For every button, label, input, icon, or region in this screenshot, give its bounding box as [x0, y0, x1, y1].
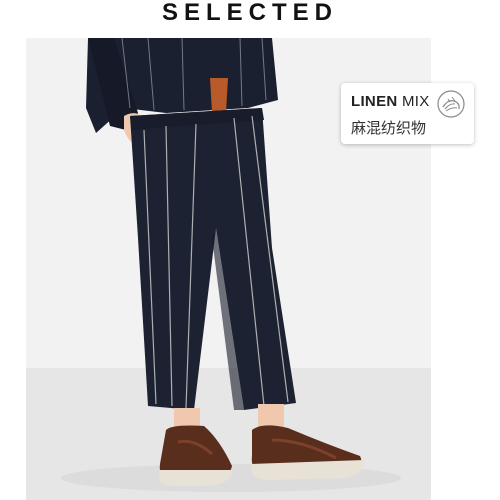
badge-title-strong: LINEN: [351, 93, 398, 110]
linen-fiber-icon: [436, 89, 466, 119]
badge-title: LINEN MIX: [351, 93, 430, 110]
badge-subtitle: 麻混纺织物: [351, 119, 427, 137]
linen-mix-badge: LINEN MIX 麻混纺织物: [341, 83, 474, 144]
badge-title-rest: MIX: [397, 93, 430, 110]
brand-logo: SELECTED: [161, 0, 338, 26]
